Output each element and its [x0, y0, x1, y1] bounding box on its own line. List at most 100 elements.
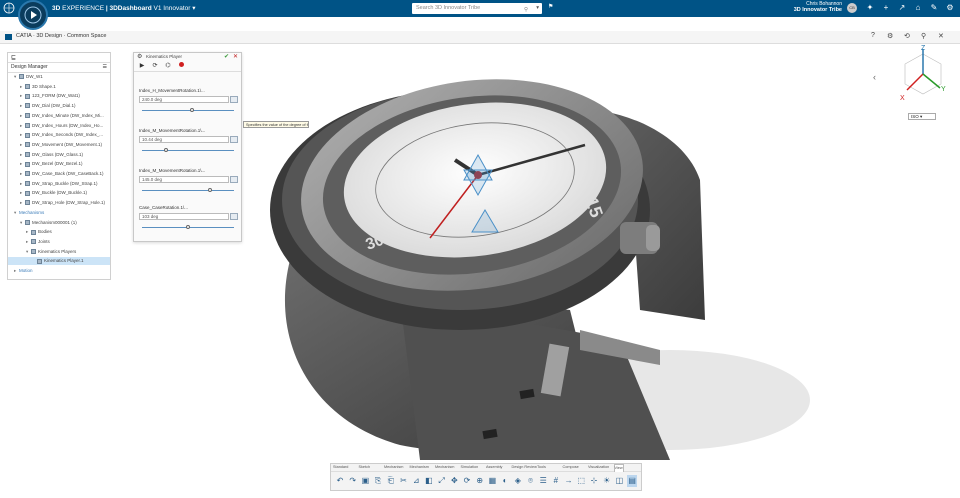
cut-icon[interactable]: ✂: [399, 475, 409, 487]
slider-knob[interactable]: [190, 108, 195, 112]
dof-slider[interactable]: [142, 148, 234, 152]
action-tab[interactable]: Mechanism: [410, 464, 429, 471]
redo-icon[interactable]: ↷: [348, 475, 358, 487]
section-icon[interactable]: ◧: [424, 475, 434, 487]
action-tab[interactable]: Mechanism: [435, 464, 454, 471]
dof-slider[interactable]: [142, 108, 234, 112]
search-input[interactable]: Search 3D Innovator Tribe ⚲ ▾: [412, 3, 542, 14]
3ds-logo[interactable]: [18, 0, 48, 30]
dof-value-field[interactable]: 103 deg: [139, 213, 229, 220]
action-tab[interactable]: Design Review: [512, 464, 537, 471]
slider-knob[interactable]: [164, 148, 168, 152]
tree-item[interactable]: ▸ DW_Movement (DW_Movement.1): [8, 141, 110, 149]
settings-icon[interactable]: ⚙: [887, 32, 893, 40]
tree-item[interactable]: ▸ DW_Index_Minute (DW_Index_Mi...: [8, 112, 110, 120]
save-icon[interactable]: ▣: [360, 475, 370, 487]
copy-icon[interactable]: ⎘: [373, 475, 383, 487]
lock-icon[interactable]: [230, 176, 238, 183]
hide-icon[interactable]: ◐: [500, 475, 510, 487]
light-icon[interactable]: ☀: [602, 475, 612, 487]
help-icon[interactable]: ?: [871, 32, 875, 39]
tree-item[interactable]: ▸ DW_Strap_Buckle (DW_Strap.1): [8, 180, 110, 188]
action-tab[interactable]: Assembly: [486, 464, 502, 471]
home-icon[interactable]: ⌂: [912, 2, 924, 14]
ok-icon[interactable]: ✔: [224, 53, 229, 61]
box-icon[interactable]: ▦: [487, 475, 497, 487]
measure-icon[interactable]: ⊿: [411, 475, 421, 487]
action-tab[interactable]: Compose: [563, 464, 579, 471]
user-info[interactable]: Chris Bohannon 3D Innovator Tribe: [776, 1, 842, 13]
tree-item[interactable]: ▸ DW_Bezel (DW_Bezel.1): [8, 160, 110, 168]
chevron-down-icon[interactable]: ▾: [536, 3, 539, 14]
watch-model[interactable]: 15 30: [250, 60, 810, 470]
action-tab[interactable]: View: [613, 464, 624, 472]
play-icon[interactable]: ▶: [138, 62, 146, 70]
view-select[interactable]: ISO ▾: [908, 113, 936, 120]
paste-icon[interactable]: ⎗: [386, 475, 396, 487]
tree-item[interactable]: ▾ DW_W1: [8, 73, 110, 81]
active-view-icon[interactable]: ▤: [627, 475, 638, 487]
close-icon[interactable]: ✕: [938, 32, 944, 40]
render-icon[interactable]: ◈: [513, 475, 523, 487]
pan-icon[interactable]: ✥: [449, 475, 459, 487]
tree-item[interactable]: ▸ DW_Glass (DW_Glass.1): [8, 151, 110, 159]
tree-icon[interactable]: ⊑: [11, 54, 16, 61]
tree-item[interactable]: ▾ Mechanisms: [8, 209, 110, 217]
rotate-icon[interactable]: ⟳: [462, 475, 472, 487]
undo-icon[interactable]: ↶: [335, 475, 345, 487]
compass-menu-icon[interactable]: [3, 2, 15, 14]
simulate-icon[interactable]: ⌬: [164, 62, 172, 70]
avatar[interactable]: CB: [847, 3, 857, 13]
tree-item[interactable]: ▸ DW_Index_Hours (DW_Index_Ho...: [8, 122, 110, 130]
tree-item[interactable]: ▾ Kinematics Players: [8, 248, 110, 256]
share-icon[interactable]: ↗: [896, 2, 908, 14]
action-tab[interactable]: Standard: [333, 464, 348, 471]
action-tab[interactable]: Simulation: [461, 464, 479, 471]
camera-icon[interactable]: ⌾: [526, 475, 536, 487]
layer-icon[interactable]: ☰: [538, 475, 548, 487]
axes-icon[interactable]: ⊹: [589, 475, 599, 487]
slider-knob[interactable]: [208, 188, 212, 192]
add-icon[interactable]: +: [880, 2, 892, 14]
dof-slider[interactable]: [142, 188, 234, 192]
action-tab[interactable]: Visualization: [588, 464, 609, 471]
tag-icon[interactable]: ⚑: [548, 3, 553, 10]
record-icon[interactable]: [177, 62, 185, 70]
slider-knob[interactable]: [186, 225, 190, 229]
share-icon[interactable]: ⟲: [904, 32, 910, 40]
dof-value-field[interactable]: 240.0 deg: [139, 96, 229, 103]
dof-value-field[interactable]: 145.0 deg: [139, 176, 229, 183]
search-icon[interactable]: ⚲: [524, 5, 528, 16]
dof-value-field[interactable]: 10.44 deg: [139, 136, 229, 143]
loop-icon[interactable]: ⟳: [151, 62, 159, 70]
action-tab[interactable]: Mechanism: [384, 464, 403, 471]
lock-icon[interactable]: [230, 96, 238, 103]
select-icon[interactable]: ⬚: [576, 475, 586, 487]
tree-item[interactable]: ▸ Motion: [8, 267, 110, 275]
tree-item[interactable]: ▸ Joints: [8, 238, 110, 246]
lock-icon[interactable]: [230, 213, 238, 220]
chevron-left-icon[interactable]: ‹: [873, 72, 876, 82]
action-tab[interactable]: Tools: [537, 464, 546, 471]
tree-item[interactable]: ▸ DW_Dial (DW_Dial.1): [8, 102, 110, 110]
tree-item[interactable]: ▸ Bodies: [8, 228, 110, 236]
action-tab[interactable]: Sketch: [359, 464, 371, 471]
tree-item[interactable]: ▸ 123_FORM (DW_Wat1): [8, 92, 110, 100]
tree-item[interactable]: Kinematics Player.1: [8, 257, 110, 266]
menu-icon[interactable]: ☰: [103, 63, 107, 72]
tree-item[interactable]: ▸ DW_Case_Back (DW_CaseBack.1): [8, 170, 110, 178]
dof-slider[interactable]: [142, 225, 234, 229]
cancel-icon[interactable]: ✕: [233, 53, 238, 61]
zoom-icon[interactable]: ⊕: [475, 475, 485, 487]
tree-item[interactable]: ▸ DW_Buckle (DW_Buckle.1): [8, 189, 110, 197]
tree-item[interactable]: ▸ 3D Shape.1: [8, 83, 110, 91]
tools-icon[interactable]: ⚙: [944, 2, 956, 14]
compass-icon[interactable]: ✦: [864, 2, 876, 14]
fit-icon[interactable]: ⤢: [437, 475, 447, 487]
comment-icon[interactable]: ✎: [928, 2, 940, 14]
pin-icon[interactable]: ⚲: [921, 32, 926, 40]
view-icon[interactable]: ◫: [614, 475, 624, 487]
tree-item[interactable]: ▸ DW_Strap_Hole (DW_Strap_Hole.1): [8, 199, 110, 207]
tree-item[interactable]: ▸ DW_Index_Seconds (DW_Index_...: [8, 131, 110, 139]
arrow-icon[interactable]: →: [564, 475, 574, 487]
